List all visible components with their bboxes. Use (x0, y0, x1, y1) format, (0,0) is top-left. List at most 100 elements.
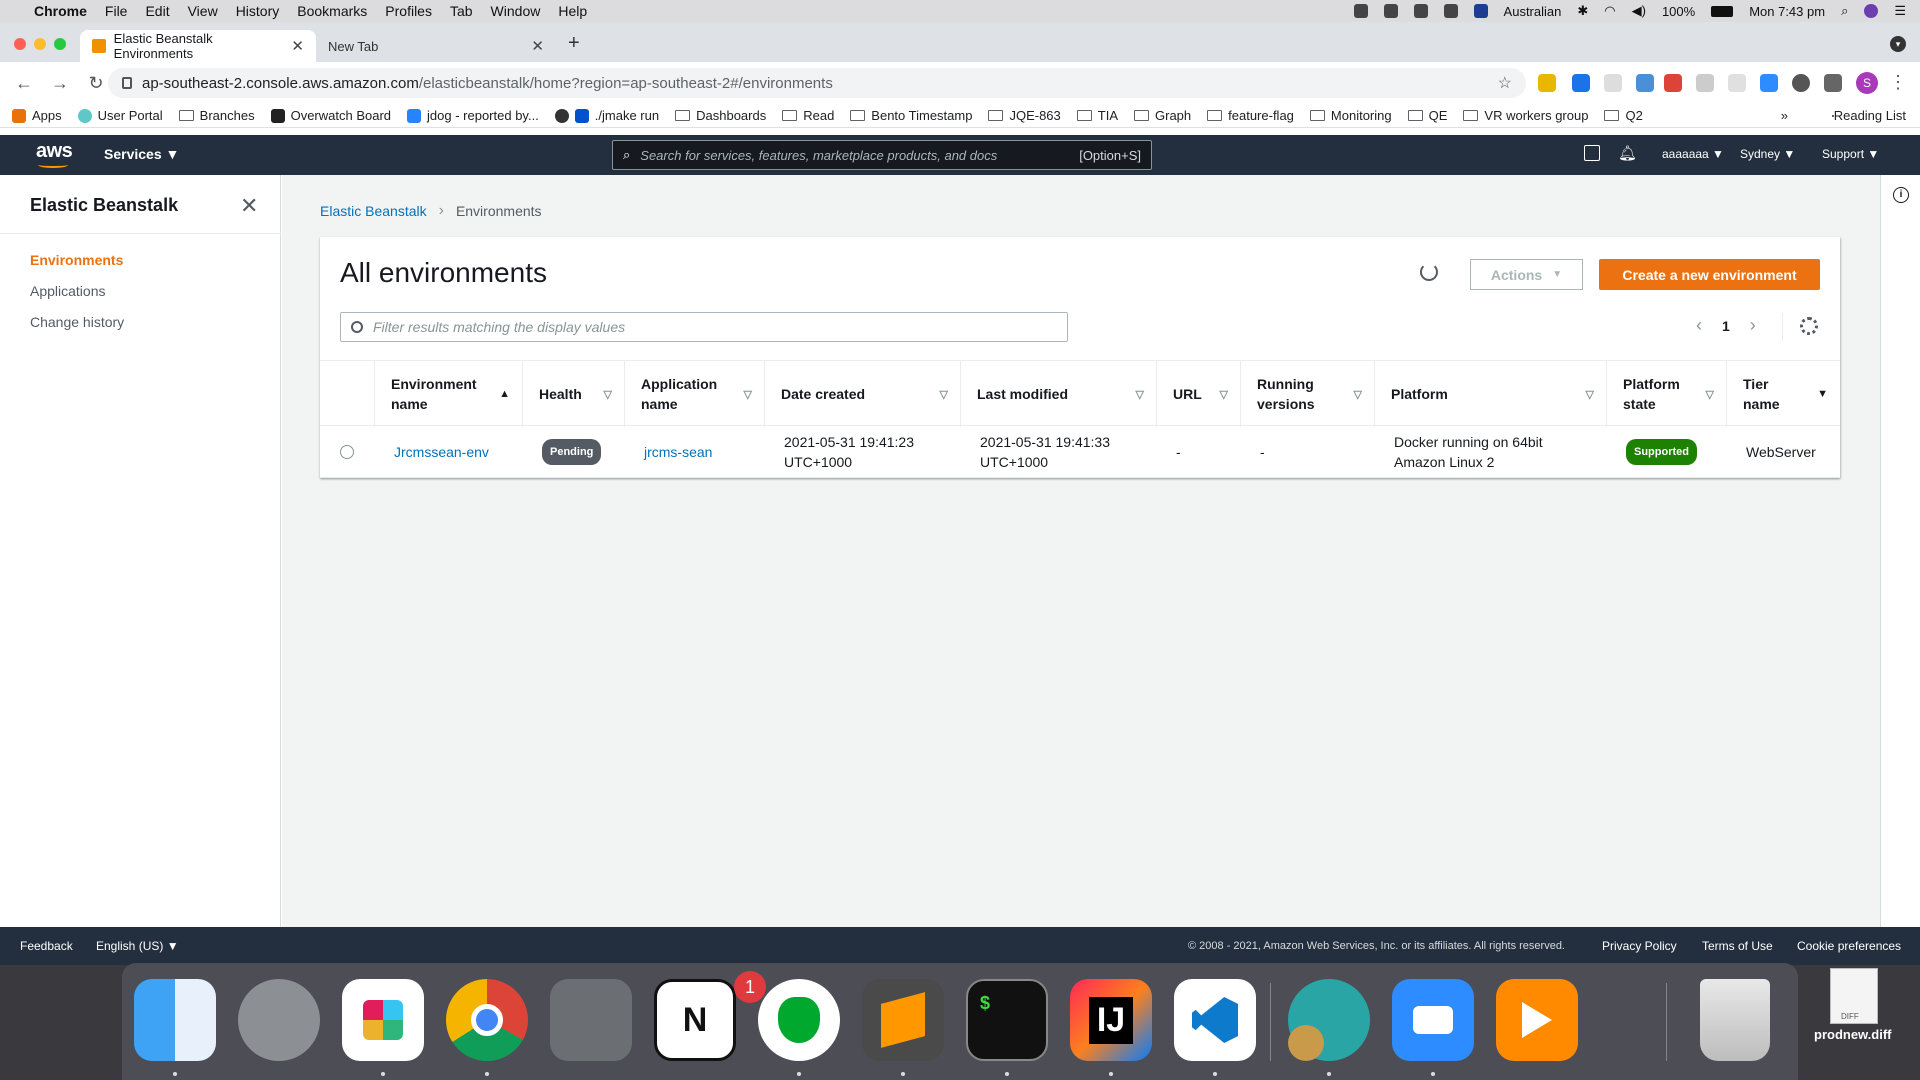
bookmark-star-icon[interactable]: ☆ (1498, 73, 1512, 93)
extension-icon[interactable] (1696, 74, 1714, 92)
sort-ascending-icon[interactable]: ▲ (499, 388, 510, 400)
application-link[interactable]: jrcms-sean (644, 442, 712, 462)
bookmark-apps[interactable]: Apps (12, 108, 62, 123)
aws-logo[interactable]: aws (36, 140, 73, 168)
sort-icon[interactable]: ▽ (940, 388, 948, 401)
tab-close-icon[interactable]: ✕ (531, 37, 544, 55)
extension-icon[interactable] (1572, 74, 1590, 92)
previous-page-icon[interactable]: ‹ (1696, 315, 1702, 336)
bluetooth-icon[interactable]: ✱ (1577, 3, 1588, 19)
next-page-icon[interactable]: › (1750, 315, 1756, 336)
chrome-icon[interactable] (446, 979, 528, 1061)
support-menu[interactable]: Support ▼ (1822, 147, 1879, 161)
menu-profiles[interactable]: Profiles (385, 3, 432, 19)
extension-icon[interactable] (1636, 74, 1654, 92)
column-last-modified[interactable]: Last modified ▽ (960, 361, 1156, 427)
trash-icon[interactable] (1700, 979, 1770, 1061)
address-bar[interactable]: ap-southeast-2.console.aws.amazon.com/el… (108, 68, 1526, 98)
current-page[interactable]: 1 (1722, 318, 1730, 334)
bookmark-bento-timestamp[interactable]: Bento Timestamp (850, 108, 972, 123)
wifi-icon[interactable]: ◠ (1604, 3, 1615, 19)
environment-link[interactable]: Jrcmssean-env (394, 442, 489, 462)
sidebar-item-environments[interactable]: Environments (30, 252, 123, 268)
info-icon[interactable]: i (1893, 187, 1909, 203)
column-environment-name[interactable]: Environment name ▲ (374, 361, 522, 427)
vscode-icon[interactable] (1174, 979, 1256, 1061)
feedback-link[interactable]: Feedback (20, 939, 73, 953)
window-zoom-button[interactable] (54, 38, 66, 50)
privacy-policy-link[interactable]: Privacy Policy (1602, 939, 1677, 953)
lock-icon[interactable] (122, 77, 132, 89)
sidebar-item-change-history[interactable]: Change history (30, 314, 124, 330)
menu-bookmarks[interactable]: Bookmarks (297, 3, 367, 19)
zoom-icon[interactable] (1392, 979, 1474, 1061)
slack-icon[interactable] (342, 979, 424, 1061)
tab-new-tab[interactable]: New Tab ✕ (316, 30, 556, 62)
services-menu-button[interactable]: Services ▼ (104, 146, 179, 162)
menu-help[interactable]: Help (558, 3, 587, 19)
diff-file-icon[interactable]: DIFF (1830, 968, 1878, 1024)
menu-view[interactable]: View (188, 3, 218, 19)
bookmark-jqe-863[interactable]: JQE-863 (988, 108, 1061, 123)
language-selector[interactable]: English (US) ▼ (96, 939, 179, 953)
terminal-icon[interactable]: $ (966, 979, 1048, 1061)
vpn-icon[interactable] (1288, 979, 1370, 1061)
zoom-tray-icon[interactable] (1353, 4, 1368, 18)
chrome-menu-icon[interactable]: ⋮ (1884, 72, 1912, 93)
puzzle-icon[interactable] (1824, 74, 1842, 92)
bookmark-feature-flag[interactable]: feature-flag (1207, 108, 1294, 123)
sublime-text-icon[interactable] (862, 979, 944, 1061)
refresh-icon[interactable] (1420, 263, 1438, 281)
sort-icon[interactable]: ▽ (1220, 388, 1228, 401)
system-preferences-icon[interactable] (550, 979, 632, 1061)
sort-icon[interactable]: ▽ (1136, 388, 1144, 401)
bookmark-vr-workers-group[interactable]: VR workers group (1463, 108, 1588, 123)
input-source-label[interactable]: Australian (1504, 4, 1562, 19)
bookmark-tia[interactable]: TIA (1076, 108, 1118, 123)
close-icon[interactable]: ✕ (240, 193, 258, 219)
bookmark-jmake[interactable]: ./jmake run (554, 108, 659, 123)
notion-icon[interactable]: N (654, 979, 736, 1061)
column-url[interactable]: URL ▽ (1156, 361, 1240, 427)
control-center-icon[interactable]: ☰ (1894, 3, 1906, 19)
menu-file[interactable]: File (105, 3, 128, 19)
sort-descending-icon[interactable]: ▼ (1817, 388, 1828, 400)
menu-history[interactable]: History (236, 3, 280, 19)
bookmark-branches[interactable]: Branches (178, 108, 255, 123)
forward-button[interactable]: → (46, 73, 74, 94)
create-environment-button[interactable]: Create a new environment (1599, 259, 1820, 290)
terms-of-use-link[interactable]: Terms of Use (1702, 939, 1773, 953)
tab-search-icon[interactable]: ▾ (1890, 36, 1906, 52)
cookie-preferences-link[interactable]: Cookie preferences (1797, 939, 1901, 953)
vpn-tray-icon[interactable] (1413, 4, 1428, 18)
sort-icon[interactable]: ▽ (1586, 388, 1594, 401)
shield-tray-icon[interactable] (1443, 4, 1458, 18)
sidebar-item-applications[interactable]: Applications (30, 283, 106, 299)
actions-dropdown-button[interactable]: Actions ▼ (1470, 259, 1583, 290)
notifications-bell-icon[interactable]: 🔔︎ (1618, 144, 1637, 162)
intellij-icon[interactable]: IJ (1070, 979, 1152, 1061)
menu-app-name[interactable]: Chrome (34, 3, 87, 19)
bookmark-jdog[interactable]: jdog - reported by... (407, 108, 539, 123)
bookmark-overwatch[interactable]: Overwatch Board (270, 108, 391, 123)
bookmark-monitoring[interactable]: Monitoring (1309, 108, 1392, 123)
menu-tab[interactable]: Tab (450, 3, 473, 19)
battery-percent[interactable]: 100% (1662, 4, 1695, 19)
spotlight-icon[interactable]: ⌕ (1841, 3, 1848, 19)
sort-icon[interactable]: ▽ (1706, 388, 1714, 401)
extension-icon[interactable] (1792, 74, 1810, 92)
column-date-created[interactable]: Date created ▽ (764, 361, 960, 427)
cloud-tray-icon[interactable] (1383, 4, 1398, 18)
launchpad-icon[interactable] (238, 979, 320, 1061)
bookmark-graph[interactable]: Graph (1134, 108, 1191, 123)
new-tab-button[interactable]: + (568, 32, 580, 55)
column-health[interactable]: Health ▽ (522, 361, 624, 427)
sidebar-title[interactable]: Elastic Beanstalk (30, 195, 178, 216)
window-close-button[interactable] (14, 38, 26, 50)
infuse-icon[interactable] (1496, 979, 1578, 1061)
bookmark-dashboards[interactable]: Dashboards (675, 108, 766, 123)
bookmark-read[interactable]: Read (782, 108, 834, 123)
breadcrumb-root-link[interactable]: Elastic Beanstalk (320, 203, 427, 219)
tab-close-icon[interactable]: ✕ (291, 37, 304, 55)
finder-icon[interactable] (134, 979, 216, 1061)
